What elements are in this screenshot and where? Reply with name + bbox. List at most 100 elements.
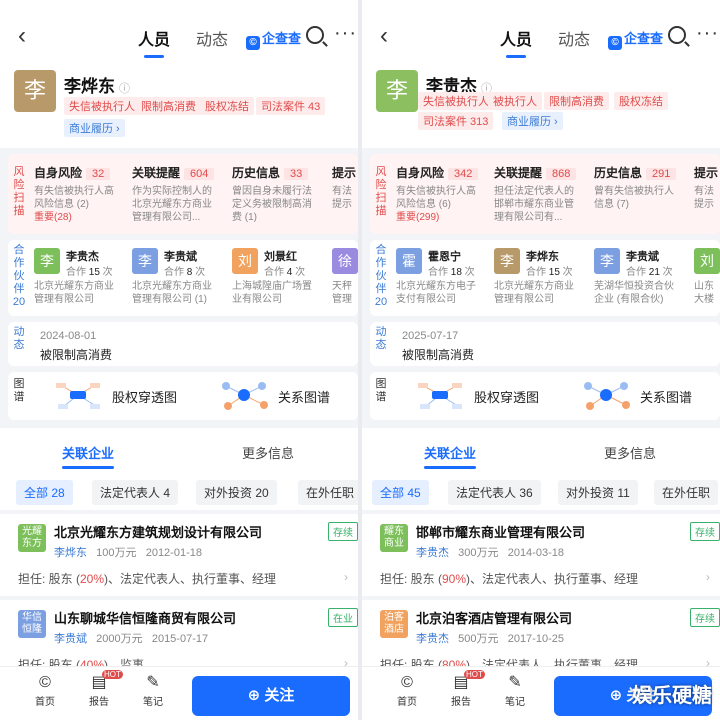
filter-chip[interactable]: 全部 45 [372,480,429,505]
filter-chip[interactable]: 全部 28 [16,480,73,505]
company-logo: 泊客酒店 [380,610,408,638]
home-icon: © [39,674,51,691]
plus-icon: ⊕ [609,687,623,704]
nav-note[interactable]: ✎ 笔记 [138,674,168,708]
note-icon: ✎ [508,674,522,691]
risk-count-badge: 868 [546,168,577,180]
active-tab-indicator [62,466,114,469]
filter-chip[interactable]: 对外投资 20 [196,480,277,505]
dynamic-label: 动态 [13,326,25,351]
tab-related-companies[interactable]: 关联企业 [424,443,476,462]
person-name: 李烨东 ⓘ [64,77,130,96]
risk-count-badge: 291 [646,168,677,180]
company-name: 北京泊客酒店管理有限公司 [416,611,573,626]
nav-report[interactable]: ▤ 报告 [446,674,476,708]
dynamic-text: 被限制高消费 [40,348,113,362]
follow-button[interactable]: ⊕ 关注 [192,676,350,716]
top-bar [0,0,358,68]
risk-tag[interactable]: 限制高消费 [136,97,201,115]
nav-note[interactable]: ✎ 笔记 [500,674,530,708]
qcc-logo[interactable]: © 企查查 [246,28,301,50]
tab-people[interactable]: 人员 [500,26,532,58]
company-name: 北京光耀东方建筑规划设计有限公司 [54,525,263,540]
risk-cell-hint[interactable]: 提示 有法 提示 [694,164,720,211]
more-icon[interactable]: ··· [696,22,719,45]
home-icon: © [401,674,413,691]
equity-graph-icon [56,383,100,409]
search-icon[interactable] [668,26,686,44]
qcc-logo[interactable]: © 企查查 [608,28,663,50]
dynamic-label: 动态 [375,326,387,351]
partner-item[interactable]: 刘山东 大楼 [694,248,720,308]
company-meta: 李贵杰 300万元 2014-03-18 [416,547,564,559]
risk-cell[interactable]: 历史信息 291 曾有失信被执行人 信息 (7) [594,164,690,211]
role-line: 担任: 股东 (20%)、法定代表人、执行董事、经理 [18,572,277,586]
search-icon[interactable] [306,26,324,44]
chevron-right-icon[interactable]: › [344,570,348,584]
tab-news[interactable]: 动态 [196,26,228,50]
company-meta: 李贵斌 2000万元 2015-07-17 [54,633,209,645]
risk-cell[interactable]: 历史信息 33 曾因自身未履行法 定义务被限制高消费 (1) [232,164,328,224]
partner-avatar: 徐 [332,248,358,274]
business-history-link[interactable]: 商业履历 › [502,112,563,130]
filter-chip[interactable]: 在外任职 [298,480,358,505]
risk-tag[interactable]: 司法案件 313 [418,112,494,130]
equity-graph-button[interactable]: 股权穿透图 [414,378,564,412]
nav-home[interactable]: © 首页 [392,674,422,708]
relation-graph-button[interactable]: 关系图谱 [580,378,710,412]
risk-tag[interactable]: 被执行人 [488,92,542,110]
partner-avatar: 霍 [396,248,422,274]
more-icon[interactable]: ··· [334,22,357,45]
plus-icon: ⊕ [247,687,261,704]
left-profile-panel: ‹ 人员 动态 © 企查查 ··· 李李烨东 ⓘ 失信被执行人 限制高消费 股权冻结 司法案件 43 商… [0,0,358,720]
risk-cell-hint[interactable]: 提示 有法 提示 [332,164,358,211]
status-badge: 存续 [690,608,720,627]
risk-cell[interactable]: 自身风险 342 有失信被执行人高 风险信息 (6) 重要(299) [396,164,492,224]
section-tab-bar [0,428,358,472]
hot-badge: HOT [464,670,485,679]
partner-avatar: 李 [494,248,520,274]
risk-cell[interactable]: 关联提醒 604 作为实际控制人的 北京光耀东方商业 管理有限公司... [132,164,228,224]
nav-home[interactable]: © 首页 [30,674,60,708]
tab-news[interactable]: 动态 [558,26,590,50]
company-meta: 李贵杰 500万元 2017-10-25 [416,633,564,645]
back-icon[interactable]: ‹ [18,22,26,50]
partner-avatar: 李 [594,248,620,274]
tab-more-info[interactable]: 更多信息 [242,443,294,462]
equity-graph-icon [418,383,462,409]
partner-item[interactable]: 徐天秤 管理 [332,248,358,308]
nav-report[interactable]: ▤ 报告 [84,674,114,708]
risk-tag[interactable]: 股权冻结 [614,92,668,110]
filter-chip[interactable]: 在外任职 [654,480,719,505]
business-history-link[interactable]: 商业履历 › [64,119,125,137]
back-icon[interactable]: ‹ [380,22,388,50]
risk-cell[interactable]: 关联提醒 868 担任法定代表人的 邯郸市耀东商业管 理有限公司有... [494,164,590,224]
partners-label: 合作伙伴 20 [12,244,26,308]
tab-related-companies[interactable]: 关联企业 [62,443,114,462]
partners-label: 合作伙伴 20 [374,244,388,308]
company-name: 邯郸市耀东商业管理有限公司 [416,525,586,540]
relation-graph-button[interactable]: 关系图谱 [218,378,348,412]
tab-more-info[interactable]: 更多信息 [604,443,656,462]
info-icon[interactable]: ⓘ [119,83,130,95]
partner-avatar: 李 [132,248,158,274]
filter-chip[interactable]: 法定代表人 4 [92,480,179,505]
risk-tag[interactable]: 失信被执行人 [64,97,140,115]
risk-tag[interactable]: 股权冻结 [200,97,254,115]
dynamic-date: 2025-07-17 [402,330,459,342]
tab-people[interactable]: 人员 [138,26,170,58]
partner-avatar: 刘 [232,248,258,274]
dynamic-date: 2024-08-01 [40,330,97,342]
chevron-right-icon[interactable]: › [706,570,710,584]
company-logo: 华信恒隆 [18,610,46,638]
equity-graph-button[interactable]: 股权穿透图 [52,378,202,412]
risk-tag[interactable]: 司法案件 43 [256,97,326,115]
risk-cell[interactable]: 自身风险 32 有失信被执行人高 风险信息 (2) 重要(28) [34,164,130,224]
risk-tag[interactable]: 失信被执行人 [418,92,494,110]
filter-chip[interactable]: 对外投资 11 [558,480,638,505]
risk-tag[interactable]: 限制高消费 [544,92,609,110]
filter-chip[interactable]: 法定代表人 36 [448,480,541,505]
avatar: 李 [376,70,418,112]
top-bar [362,0,720,68]
role-line: 担任: 股东 (90%)、法定代表人、执行董事、经理 [380,572,639,586]
